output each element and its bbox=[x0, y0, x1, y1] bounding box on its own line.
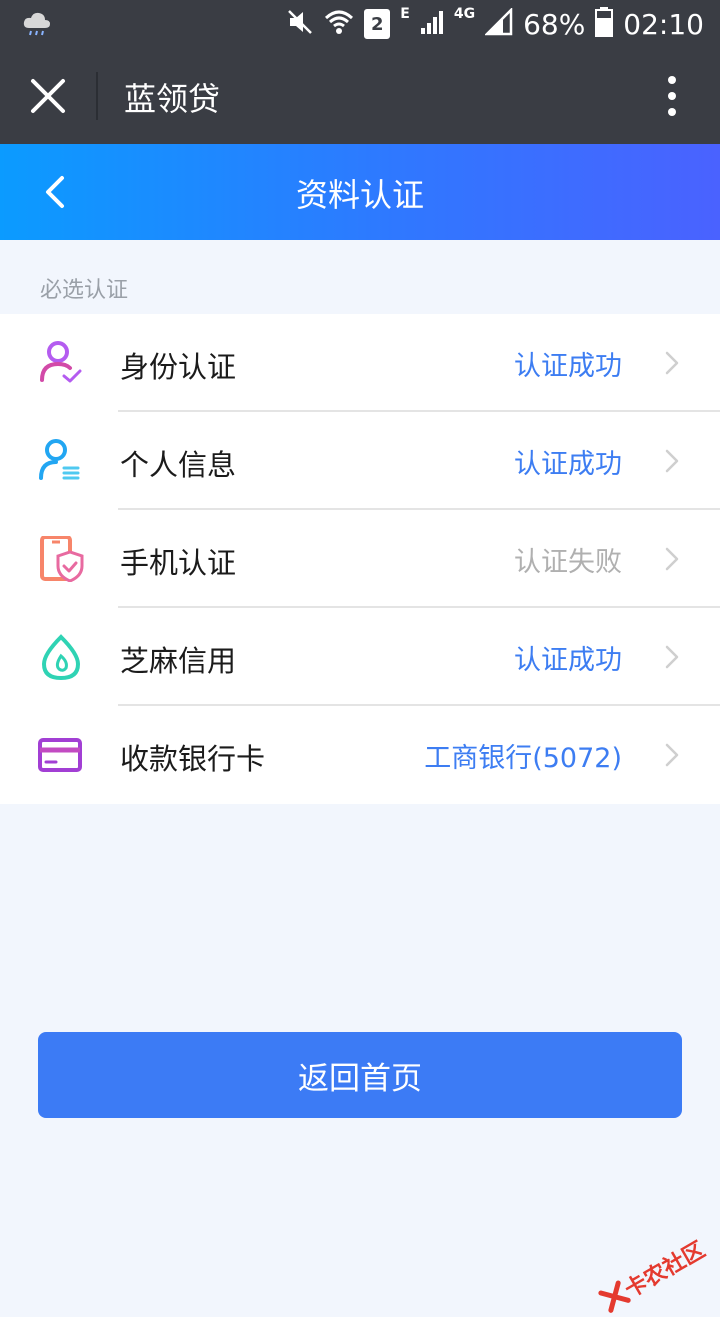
item-label: 身份认证 bbox=[120, 350, 237, 384]
network-type-e: E bbox=[400, 6, 410, 22]
chevron-right-icon bbox=[665, 645, 679, 669]
sim-indicator: 2 bbox=[364, 9, 391, 39]
watermark-text: 卡农社区 bbox=[620, 1237, 710, 1304]
appbar-divider bbox=[96, 72, 98, 120]
page-header: 资料认证 bbox=[0, 144, 720, 240]
list-item-phone[interactable]: 手机认证 认证失败 bbox=[0, 510, 720, 608]
item-status: 工商银行(5072) bbox=[424, 743, 622, 774]
page-title: 资料认证 bbox=[295, 176, 424, 214]
more-button[interactable] bbox=[662, 74, 682, 118]
app-title: 蓝领贷 bbox=[124, 80, 221, 118]
phone-shield-icon bbox=[38, 535, 84, 583]
battery-percent: 68% bbox=[523, 7, 586, 41]
signal-icon-2 bbox=[484, 6, 513, 40]
personal-info-icon bbox=[38, 438, 84, 484]
item-status: 认证成功 bbox=[514, 449, 622, 480]
list-item-identity[interactable]: 身份认证 认证成功 bbox=[0, 314, 720, 412]
more-vertical-icon bbox=[668, 76, 676, 116]
app-bar: 蓝领贷 bbox=[0, 48, 720, 144]
chevron-right-icon bbox=[665, 449, 679, 473]
list-item-sesame-credit[interactable]: 芝麻信用 认证成功 bbox=[0, 608, 720, 706]
weather-icon bbox=[22, 10, 52, 40]
item-label: 收款银行卡 bbox=[120, 742, 266, 776]
section-label: 必选认证 bbox=[40, 278, 129, 303]
chevron-right-icon bbox=[665, 743, 679, 767]
mute-icon bbox=[286, 8, 314, 40]
network-type-4g: 4G bbox=[453, 6, 476, 22]
item-label: 个人信息 bbox=[120, 448, 237, 482]
chevron-right-icon bbox=[665, 547, 679, 571]
item-label: 芝麻信用 bbox=[120, 644, 237, 678]
watermark: 卡农社区 bbox=[595, 1232, 710, 1317]
identity-icon bbox=[38, 340, 84, 386]
item-status: 认证成功 bbox=[514, 645, 622, 676]
verification-list: 身份认证 认证成功 个人信息 认证成功 手机认证 认证失败 芝麻信用 认证成功 … bbox=[0, 314, 720, 804]
signal-icon-1 bbox=[420, 10, 444, 38]
status-bar: 2 E 4G 68% 02:10 bbox=[0, 0, 720, 48]
close-button[interactable] bbox=[28, 76, 68, 116]
return-home-button[interactable]: 返回首页 bbox=[38, 1032, 682, 1118]
list-item-bank-card[interactable]: 收款银行卡 工商银行(5072) bbox=[0, 706, 720, 804]
list-item-personal-info[interactable]: 个人信息 认证成功 bbox=[0, 412, 720, 510]
close-icon bbox=[31, 79, 65, 113]
chevron-right-icon bbox=[665, 351, 679, 375]
wifi-icon bbox=[324, 8, 354, 40]
sesame-credit-icon bbox=[38, 634, 84, 681]
battery-icon bbox=[595, 7, 614, 41]
item-status: 认证失败 bbox=[514, 547, 622, 578]
item-label: 手机认证 bbox=[120, 546, 237, 580]
bank-card-icon bbox=[38, 732, 84, 778]
item-status: 认证成功 bbox=[514, 351, 622, 382]
clock: 02:10 bbox=[623, 7, 704, 41]
